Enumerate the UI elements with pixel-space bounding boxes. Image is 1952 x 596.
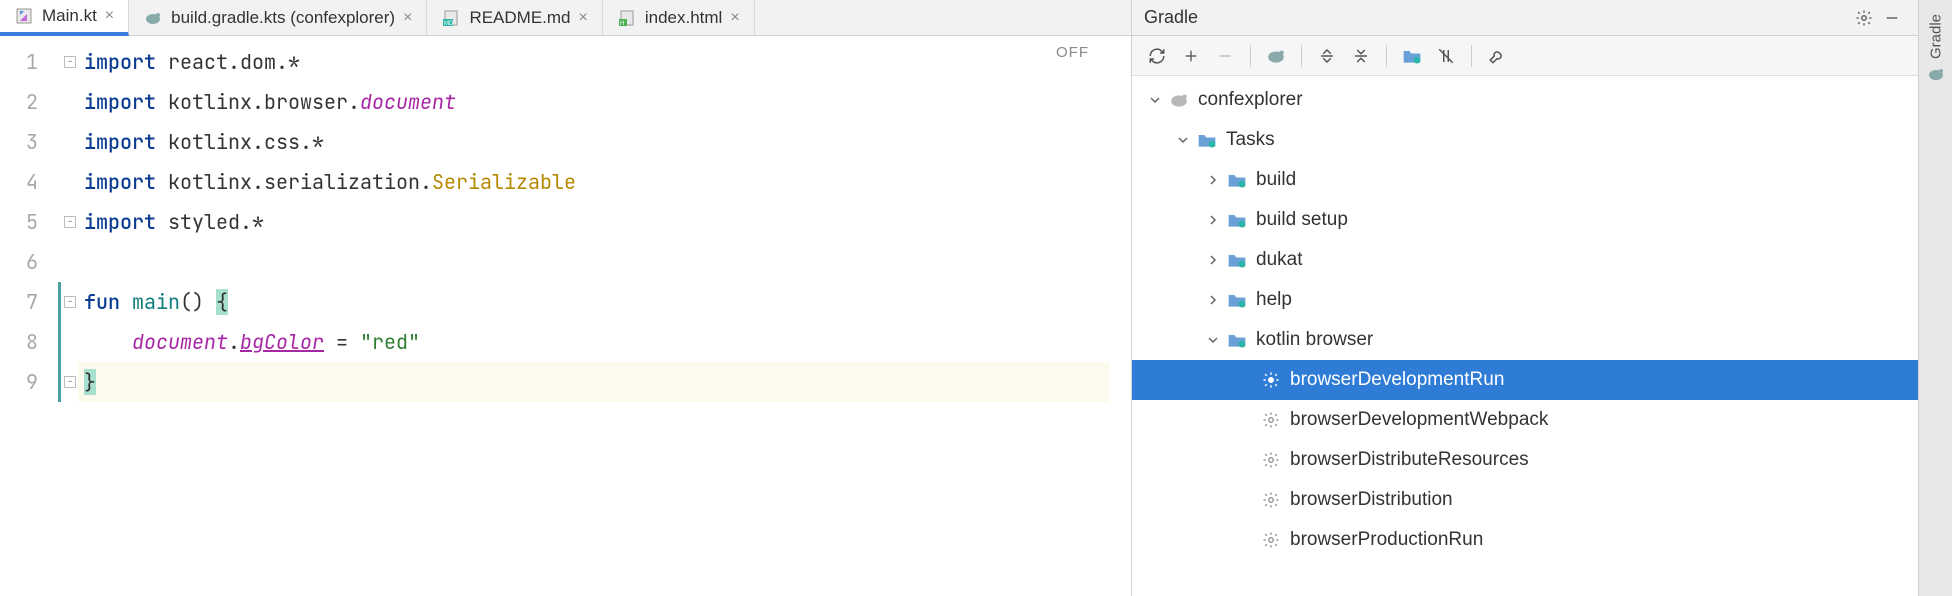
fold-toggle-icon[interactable]: −	[64, 376, 76, 388]
fold-toggle-icon[interactable]: −	[64, 56, 76, 68]
tab-label: Main.kt	[42, 6, 97, 26]
editor-pane: Main.kt × build.gradle.kts (confexplorer…	[0, 0, 1132, 596]
markdown-file-icon: MD	[441, 8, 461, 28]
tree-node-label: help	[1256, 289, 1292, 311]
close-icon[interactable]: ×	[730, 9, 739, 27]
tree-task-node[interactable]: browserDistribution	[1132, 480, 1918, 520]
folder-gear-icon	[1226, 169, 1248, 191]
chevron-right-icon[interactable]	[1204, 251, 1222, 269]
tab-readme[interactable]: MD README.md ×	[427, 0, 602, 35]
folder-gear-icon	[1226, 249, 1248, 271]
gradle-elephant-icon	[143, 8, 163, 28]
tree-node-label: browserDevelopmentWebpack	[1290, 409, 1548, 431]
tab-label: README.md	[469, 8, 570, 28]
folder-gear-icon	[1226, 289, 1248, 311]
gradle-elephant-icon	[1168, 89, 1190, 111]
gear-icon	[1260, 369, 1282, 391]
tree-group-kotlin-browser[interactable]: kotlin browser	[1132, 320, 1918, 360]
tree-node-label: browserDistributeResources	[1290, 449, 1529, 471]
minimize-icon[interactable]	[1878, 4, 1906, 32]
tab-index-html[interactable]: H index.html ×	[603, 0, 755, 35]
tree-task-node[interactable]: browserDevelopmentWebpack	[1132, 400, 1918, 440]
svg-text:MD: MD	[444, 21, 454, 27]
code-area[interactable]: OFF import react.dom.* import kotlinx.br…	[78, 36, 1109, 596]
tree-project-root[interactable]: confexplorer	[1132, 80, 1918, 120]
tree-group-node[interactable]: help	[1132, 280, 1918, 320]
inspection-badge[interactable]: OFF	[1056, 44, 1089, 61]
panel-title: Gradle	[1144, 7, 1850, 28]
tab-main-kt[interactable]: Main.kt ×	[0, 0, 129, 36]
folder-gear-icon	[1226, 329, 1248, 351]
tree-node-label: build setup	[1256, 209, 1348, 231]
gear-icon	[1260, 529, 1282, 551]
chevron-right-icon[interactable]	[1204, 171, 1222, 189]
remove-icon[interactable]	[1210, 41, 1240, 71]
editor-stripe	[1109, 36, 1131, 596]
code-editor[interactable]: 1 2 3 4 5 6 7 8 9 − − − −	[0, 36, 1131, 596]
gear-icon	[1260, 449, 1282, 471]
gradle-panel: Gradle c	[1132, 0, 1918, 596]
svg-text:H: H	[620, 21, 624, 27]
refresh-icon[interactable]	[1142, 41, 1172, 71]
fold-gutter: − − − −	[62, 36, 78, 596]
gradle-elephant-icon[interactable]	[1261, 41, 1291, 71]
gear-icon	[1260, 409, 1282, 431]
tab-label: build.gradle.kts (confexplorer)	[171, 8, 395, 28]
gradle-toolbar	[1132, 36, 1918, 76]
chevron-down-icon[interactable]	[1146, 91, 1164, 109]
tab-label: index.html	[645, 8, 722, 28]
chevron-right-icon[interactable]	[1204, 291, 1222, 309]
add-icon[interactable]	[1176, 41, 1206, 71]
tree-node-label: browserDistribution	[1290, 489, 1453, 511]
tree-group-node[interactable]: dukat	[1132, 240, 1918, 280]
fold-toggle-icon[interactable]: −	[64, 296, 76, 308]
tree-node-label: confexplorer	[1198, 89, 1303, 111]
tree-task-node[interactable]: browserProductionRun	[1132, 520, 1918, 560]
tree-node-label: browserDevelopmentRun	[1290, 369, 1504, 391]
close-icon[interactable]: ×	[579, 9, 588, 27]
folder-gear-icon	[1226, 209, 1248, 231]
tree-task-node[interactable]: browserDevelopmentRun	[1132, 360, 1918, 400]
editor-tab-bar: Main.kt × build.gradle.kts (confexplorer…	[0, 0, 1131, 36]
tab-build-gradle[interactable]: build.gradle.kts (confexplorer) ×	[129, 0, 427, 35]
tree-node-label: build	[1256, 169, 1296, 191]
gear-icon	[1260, 489, 1282, 511]
tree-node-label: kotlin browser	[1256, 329, 1373, 351]
chevron-right-icon[interactable]	[1204, 211, 1222, 229]
gradle-tool-button[interactable]: Gradle	[1925, 8, 1947, 89]
folder-gear-icon	[1196, 129, 1218, 151]
folder-gear-icon[interactable]	[1397, 41, 1427, 71]
gradle-task-tree[interactable]: confexplorer Tasks build build setup du	[1132, 76, 1918, 596]
offline-icon[interactable]	[1431, 41, 1461, 71]
tree-tasks-node[interactable]: Tasks	[1132, 120, 1918, 160]
close-icon[interactable]: ×	[105, 7, 114, 25]
tree-node-label: browserProductionRun	[1290, 529, 1483, 551]
chevron-down-icon[interactable]	[1174, 131, 1192, 149]
tree-group-node[interactable]: build	[1132, 160, 1918, 200]
wrench-icon[interactable]	[1482, 41, 1512, 71]
line-gutter: 1 2 3 4 5 6 7 8 9	[0, 36, 56, 596]
tree-node-label: dukat	[1256, 249, 1302, 271]
tree-task-node[interactable]: browserDistributeResources	[1132, 440, 1918, 480]
html-file-icon: H	[617, 8, 637, 28]
fold-toggle-icon[interactable]: −	[64, 216, 76, 228]
kotlin-file-icon	[14, 6, 34, 26]
tree-node-label: Tasks	[1226, 129, 1275, 151]
chevron-down-icon[interactable]	[1204, 331, 1222, 349]
close-icon[interactable]: ×	[403, 9, 412, 27]
gear-icon[interactable]	[1850, 4, 1878, 32]
tool-window-stripe: Gradle	[1918, 0, 1952, 596]
collapse-all-icon[interactable]	[1346, 41, 1376, 71]
gradle-panel-header: Gradle	[1132, 0, 1918, 36]
expand-all-icon[interactable]	[1312, 41, 1342, 71]
tree-group-node[interactable]: build setup	[1132, 200, 1918, 240]
